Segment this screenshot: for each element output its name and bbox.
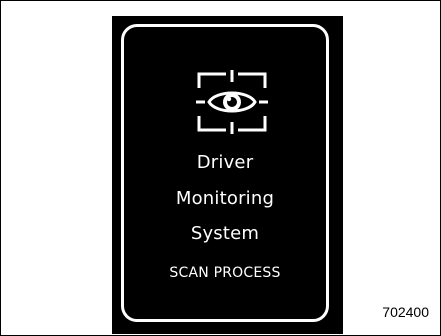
figure-code: 702400 bbox=[382, 304, 429, 320]
display-title-line-1: Driver bbox=[196, 152, 254, 173]
dashboard-display: Driver Monitoring System SCAN PROCESS bbox=[112, 16, 343, 334]
display-title-line-3: System bbox=[190, 223, 260, 244]
scan-status-text: SCAN PROCESS bbox=[169, 265, 281, 281]
eye-scan-icon bbox=[196, 70, 268, 134]
figure-frame: Driver Monitoring System SCAN PROCESS 70… bbox=[0, 0, 441, 336]
display-title-line-2: Monitoring bbox=[175, 188, 275, 209]
